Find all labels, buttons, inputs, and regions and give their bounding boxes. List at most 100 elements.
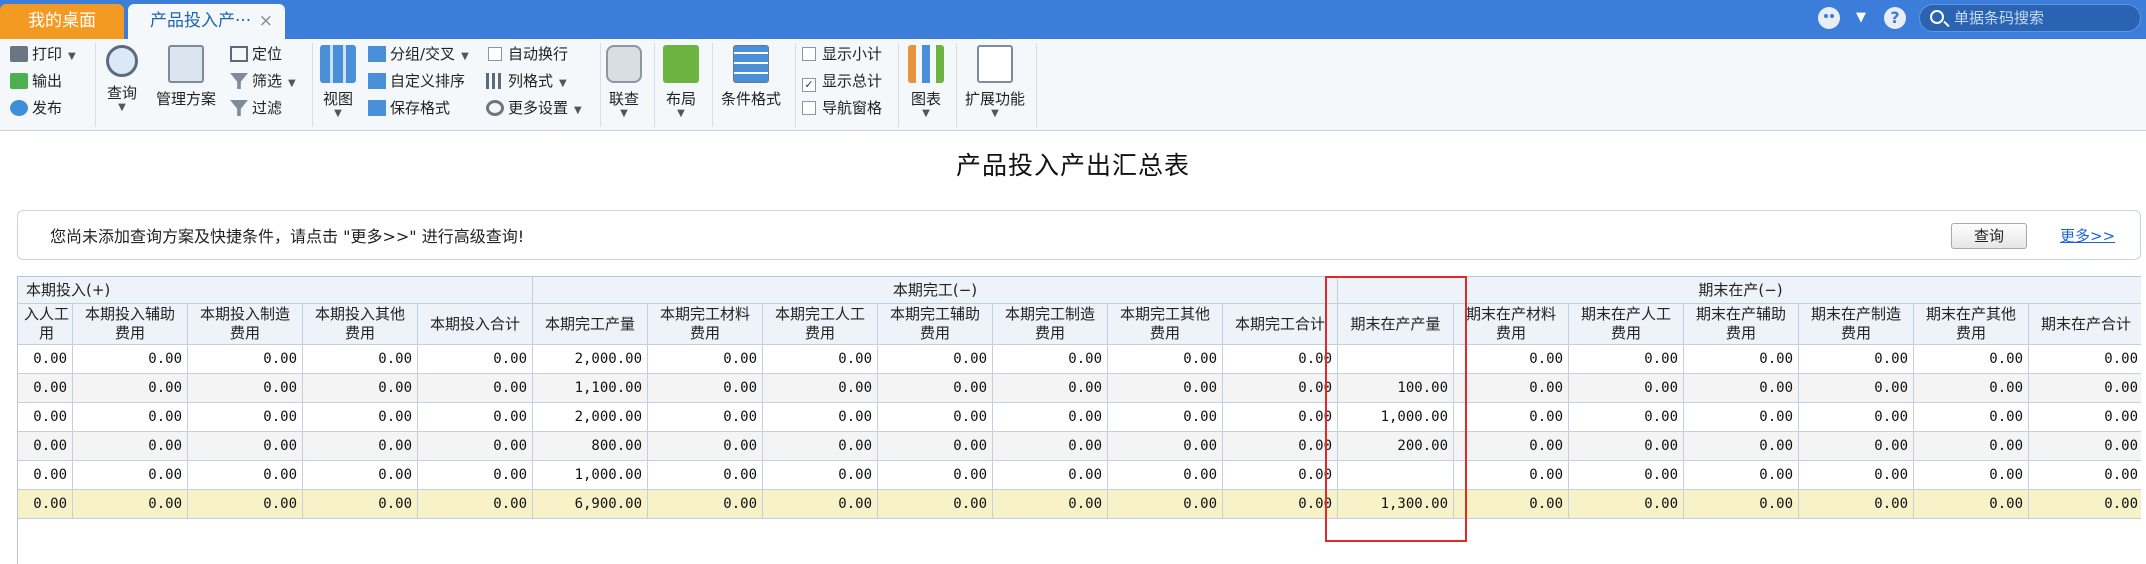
- table-cell[interactable]: 0.00: [303, 432, 418, 461]
- table-cell[interactable]: 0.00: [878, 432, 993, 461]
- table-cell[interactable]: 1,000.00: [533, 461, 648, 490]
- table-cell[interactable]: 1,000.00: [1338, 403, 1454, 432]
- table-cell[interactable]: 0.00: [1108, 403, 1223, 432]
- column-header[interactable]: 本期投入其他 费用: [303, 304, 418, 345]
- table-cell[interactable]: 0.00: [878, 403, 993, 432]
- table-cell[interactable]: 0.00: [1799, 461, 1914, 490]
- chevron-down-icon[interactable]: ▼: [574, 105, 582, 116]
- total-cell[interactable]: 0.00: [1569, 490, 1684, 519]
- table-cell[interactable]: 0.00: [73, 461, 188, 490]
- table-cell[interactable]: 0.00: [1454, 345, 1569, 374]
- column-header[interactable]: 入人工 用: [18, 304, 73, 345]
- chevron-down-icon[interactable]: ▼: [1856, 10, 1866, 25]
- close-icon[interactable]: ×: [259, 4, 273, 39]
- table-cell[interactable]: 0.00: [1914, 345, 2029, 374]
- column-header[interactable]: 本期完工辅助 费用: [878, 304, 993, 345]
- column-header[interactable]: 本期完工制造 费用: [993, 304, 1108, 345]
- table-cell[interactable]: 0.00: [2029, 374, 2141, 403]
- table-cell[interactable]: 0.00: [648, 432, 763, 461]
- table-cell[interactable]: 0.00: [73, 432, 188, 461]
- table-cell[interactable]: 0.00: [303, 403, 418, 432]
- tab-my-desktop[interactable]: 我的桌面: [0, 4, 124, 39]
- table-cell[interactable]: 0.00: [1454, 461, 1569, 490]
- column-header[interactable]: 本期完工其他 费用: [1108, 304, 1223, 345]
- table-cell[interactable]: 0.00: [763, 403, 878, 432]
- table-cell[interactable]: 0.00: [1914, 432, 2029, 461]
- table-cell[interactable]: 0.00: [993, 374, 1108, 403]
- table-cell[interactable]: 0.00: [878, 374, 993, 403]
- save-format-button[interactable]: 保存格式: [368, 97, 450, 119]
- publish-button[interactable]: 发布: [10, 97, 62, 119]
- table-cell[interactable]: 0.00: [18, 403, 73, 432]
- table-cell[interactable]: 0.00: [1223, 345, 1338, 374]
- checkbox-checked[interactable]: ✓: [802, 78, 816, 92]
- barcode-search-box[interactable]: [1919, 4, 2141, 32]
- table-cell[interactable]: 0.00: [188, 374, 303, 403]
- table-cell[interactable]: 0.00: [1914, 461, 2029, 490]
- table-cell[interactable]: 0.00: [648, 345, 763, 374]
- table-cell[interactable]: 2,000.00: [533, 345, 648, 374]
- table-cell[interactable]: 0.00: [2029, 461, 2141, 490]
- table-cell[interactable]: 100.00: [1338, 374, 1454, 403]
- total-cell[interactable]: 0.00: [73, 490, 188, 519]
- chevron-down-icon[interactable]: ▼: [102, 103, 142, 113]
- total-cell[interactable]: 0.00: [1454, 490, 1569, 519]
- table-cell[interactable]: 0.00: [1569, 403, 1684, 432]
- table-cell[interactable]: 0.00: [1684, 461, 1799, 490]
- chevron-down-icon[interactable]: ▼: [962, 109, 1028, 119]
- link-query-button[interactable]: 联查 ▼: [606, 45, 642, 119]
- total-cell[interactable]: 0.00: [1799, 490, 1914, 519]
- table-cell[interactable]: 0.00: [1799, 374, 1914, 403]
- view-button[interactable]: 视图 ▼: [318, 45, 358, 119]
- column-header[interactable]: 本期完工人工 费用: [763, 304, 878, 345]
- more-settings-button[interactable]: 更多设置 ▼: [486, 97, 582, 119]
- total-cell[interactable]: 6,900.00: [533, 490, 648, 519]
- table-cell[interactable]: 0.00: [1799, 345, 1914, 374]
- table-cell[interactable]: 0.00: [418, 345, 533, 374]
- filter-button[interactable]: 过滤: [230, 97, 282, 119]
- layout-button[interactable]: 布局 ▼: [662, 45, 700, 119]
- table-cell[interactable]: 0.00: [1914, 374, 2029, 403]
- chevron-down-icon[interactable]: ▼: [318, 109, 358, 119]
- extend-function-button[interactable]: 扩展功能 ▼: [962, 45, 1028, 119]
- total-cell[interactable]: 0.00: [1684, 490, 1799, 519]
- table-cell[interactable]: 0.00: [1684, 403, 1799, 432]
- column-header[interactable]: 期末在产合计: [2029, 304, 2141, 345]
- column-header[interactable]: 期末在产辅助 费用: [1684, 304, 1799, 345]
- checkbox[interactable]: [802, 101, 816, 115]
- table-cell[interactable]: 0.00: [2029, 345, 2141, 374]
- table-cell[interactable]: 0.00: [993, 345, 1108, 374]
- table-cell[interactable]: 0.00: [993, 461, 1108, 490]
- total-cell[interactable]: 0.00: [1223, 490, 1338, 519]
- help-icon[interactable]: ?: [1884, 7, 1906, 29]
- table-cell[interactable]: 0.00: [18, 432, 73, 461]
- user-face-icon[interactable]: [1818, 7, 1840, 29]
- table-cell[interactable]: 0.00: [418, 432, 533, 461]
- column-header[interactable]: 本期完工材料 费用: [648, 304, 763, 345]
- table-cell[interactable]: 0.00: [188, 345, 303, 374]
- table-cell[interactable]: 0.00: [303, 461, 418, 490]
- table-cell[interactable]: [1338, 345, 1454, 374]
- column-header[interactable]: 本期完工产量: [533, 304, 648, 345]
- total-cell[interactable]: 0.00: [878, 490, 993, 519]
- column-header[interactable]: 期末在产产量: [1338, 304, 1454, 345]
- table-cell[interactable]: 200.00: [1338, 432, 1454, 461]
- total-cell[interactable]: 0.00: [1914, 490, 2029, 519]
- table-cell[interactable]: 0.00: [1454, 403, 1569, 432]
- column-header[interactable]: 本期投入制造 费用: [188, 304, 303, 345]
- table-cell[interactable]: 0.00: [1108, 461, 1223, 490]
- table-cell[interactable]: 0.00: [418, 461, 533, 490]
- table-cell[interactable]: 0.00: [2029, 432, 2141, 461]
- table-cell[interactable]: 0.00: [73, 374, 188, 403]
- table-cell[interactable]: 0.00: [648, 374, 763, 403]
- column-header[interactable]: 期末在产制造 费用: [1799, 304, 1914, 345]
- column-header[interactable]: 期末在产人工 费用: [1569, 304, 1684, 345]
- auto-wrap-checkbox[interactable]: 自动换行: [488, 43, 568, 65]
- table-cell[interactable]: 0.00: [1108, 345, 1223, 374]
- table-cell[interactable]: 0.00: [1223, 403, 1338, 432]
- table-cell[interactable]: 0.00: [1454, 432, 1569, 461]
- table-cell[interactable]: 0.00: [1108, 374, 1223, 403]
- table-cell[interactable]: 0.00: [763, 374, 878, 403]
- total-cell[interactable]: 0.00: [303, 490, 418, 519]
- show-total-checkbox[interactable]: ✓ 显示总计: [802, 70, 882, 92]
